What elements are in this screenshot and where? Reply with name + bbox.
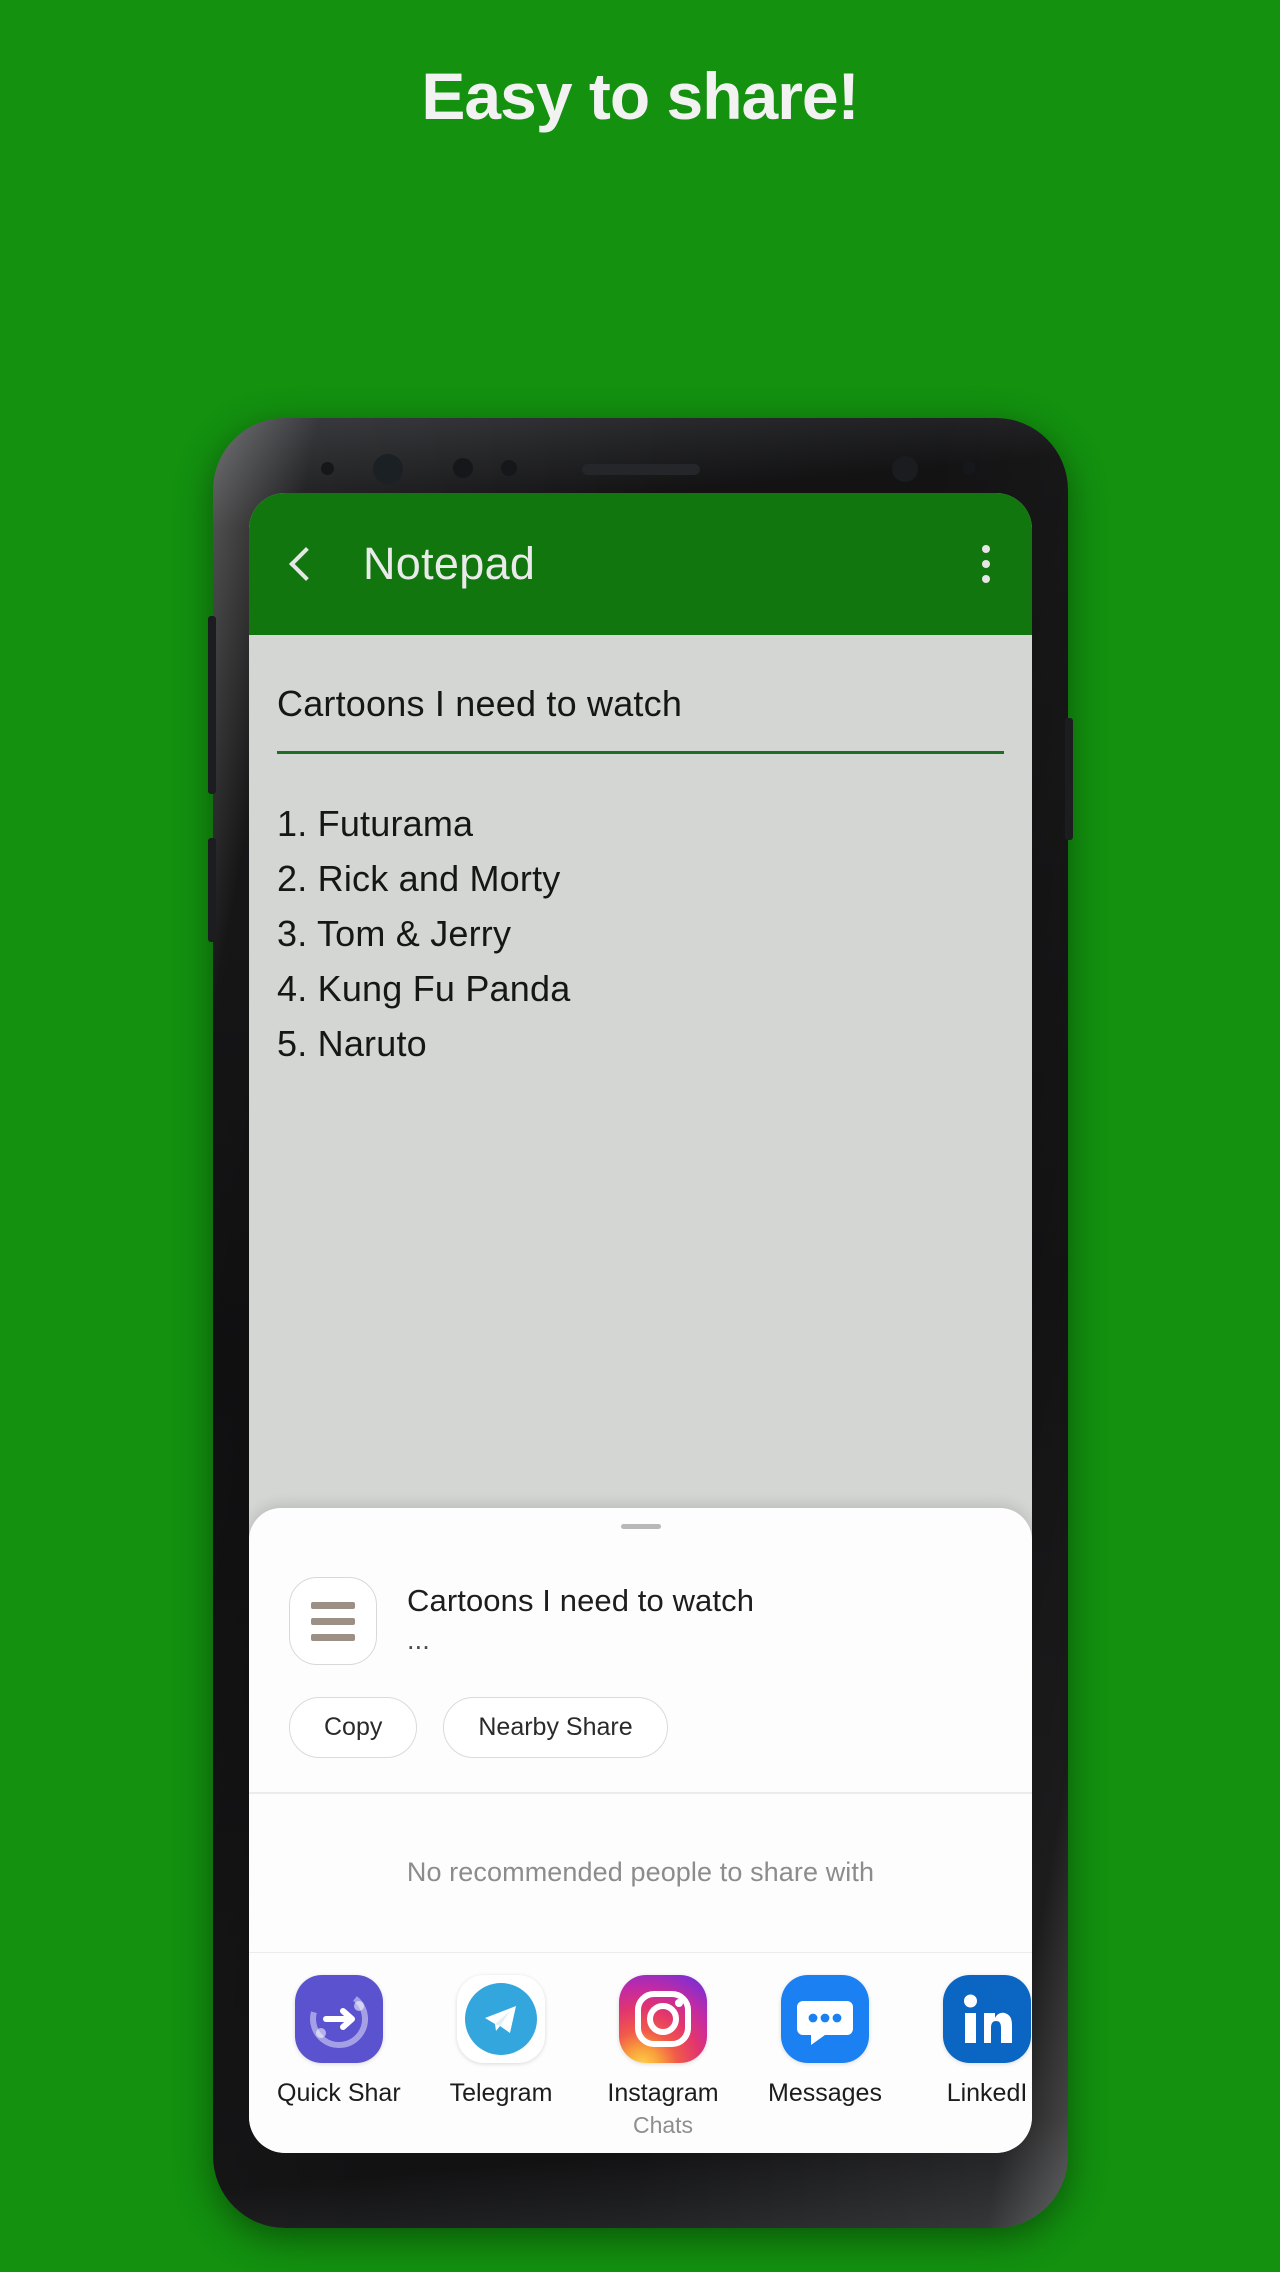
instagram-icon	[619, 1975, 707, 2063]
list-item: 5. Naruto	[277, 1023, 427, 1065]
led-indicator-icon	[962, 461, 976, 475]
phone-screen: Notepad Cartoons I need to watch 1. Futu…	[249, 493, 1032, 2153]
kebab-dot-1	[982, 545, 990, 553]
front-camera-icon	[892, 456, 918, 482]
list-item: 3. Tom & Jerry	[277, 913, 512, 955]
kebab-dot-3	[982, 575, 990, 583]
power-button	[1065, 718, 1073, 840]
note-title-text: Cartoons I need to watch	[277, 683, 683, 724]
text-line-3	[311, 1633, 355, 1641]
note-editor: Cartoons I need to watch 1. Futurama 2. …	[249, 635, 1032, 1071]
more-vertical-icon[interactable]	[982, 538, 992, 590]
light-sensor-icon	[501, 460, 517, 476]
note-title-field[interactable]: Cartoons I need to watch	[277, 635, 1004, 754]
app-label: LinkedI	[946, 2079, 1028, 2107]
phone-sensor-strip	[213, 448, 1068, 488]
earpiece-speaker-icon	[581, 464, 700, 475]
quick-share-icon	[295, 1975, 383, 2063]
share-sheet: Cartoons I need to watch ... Copy Nearby…	[249, 1508, 1032, 2153]
volume-button	[208, 616, 216, 794]
note-content-list[interactable]: 1. Futurama 2. Rick and Morty 3. Tom & J…	[249, 754, 1032, 1071]
assistant-button	[208, 838, 216, 942]
kebab-dot-2	[982, 560, 990, 568]
phone-mockup: Notepad Cartoons I need to watch 1. Futu…	[208, 418, 1073, 2228]
text-line-2	[311, 1617, 355, 1625]
no-recommended-people-text: No recommended people to share with	[406, 1857, 875, 1887]
share-target-quick-share[interactable]: Quick Share	[277, 1975, 401, 2153]
app-bar: Notepad	[249, 493, 1032, 635]
text-lines-icon	[289, 1577, 377, 1665]
share-target-linkedin[interactable]: LinkedI	[925, 1975, 1032, 2153]
app-title: Notepad	[363, 538, 536, 589]
back-icon[interactable]	[281, 544, 321, 584]
share-preview-text: Cartoons I need to watch ...	[407, 1577, 754, 1656]
proximity-sensor-icon	[453, 458, 473, 478]
nearby-share-button[interactable]: Nearby Share	[443, 1697, 668, 1758]
share-target-telegram[interactable]: Telegram	[439, 1975, 563, 2153]
list-item: 4. Kung Fu Panda	[277, 968, 571, 1010]
share-preview-title: Cartoons I need to watch	[407, 1583, 755, 1618]
share-target-instagram[interactable]: Instagram Chats	[601, 1975, 725, 2153]
text-line-1	[311, 1601, 355, 1609]
app-sublabel: Chats	[632, 2112, 694, 2138]
app-label: Messages	[768, 2079, 882, 2107]
iris-scanner-icon	[373, 454, 403, 484]
telegram-icon	[457, 1975, 545, 2063]
share-action-chips: Copy Nearby Share	[249, 1665, 1032, 1758]
messages-icon	[781, 1975, 869, 2063]
list-item: 1. Futurama	[277, 803, 474, 844]
linkedin-icon	[943, 1975, 1031, 2063]
app-label: Instagram	[607, 2079, 719, 2107]
share-target-apps: Quick Share Telegram Instagram Chats Mes…	[249, 1953, 1032, 2153]
telegram-circle	[465, 1983, 537, 2055]
share-target-messages[interactable]: Messages	[763, 1975, 887, 2153]
share-preview: Cartoons I need to watch ...	[249, 1529, 1032, 1665]
share-preview-subtitle: ...	[407, 1625, 430, 1655]
list-item: 2. Rick and Morty	[277, 858, 561, 900]
sensor-dot-icon	[321, 462, 334, 475]
app-label: Telegram	[449, 2079, 553, 2107]
copy-button[interactable]: Copy	[289, 1697, 418, 1758]
app-label: Quick Share	[277, 2079, 401, 2107]
promo-headline: Easy to share!	[421, 59, 859, 133]
